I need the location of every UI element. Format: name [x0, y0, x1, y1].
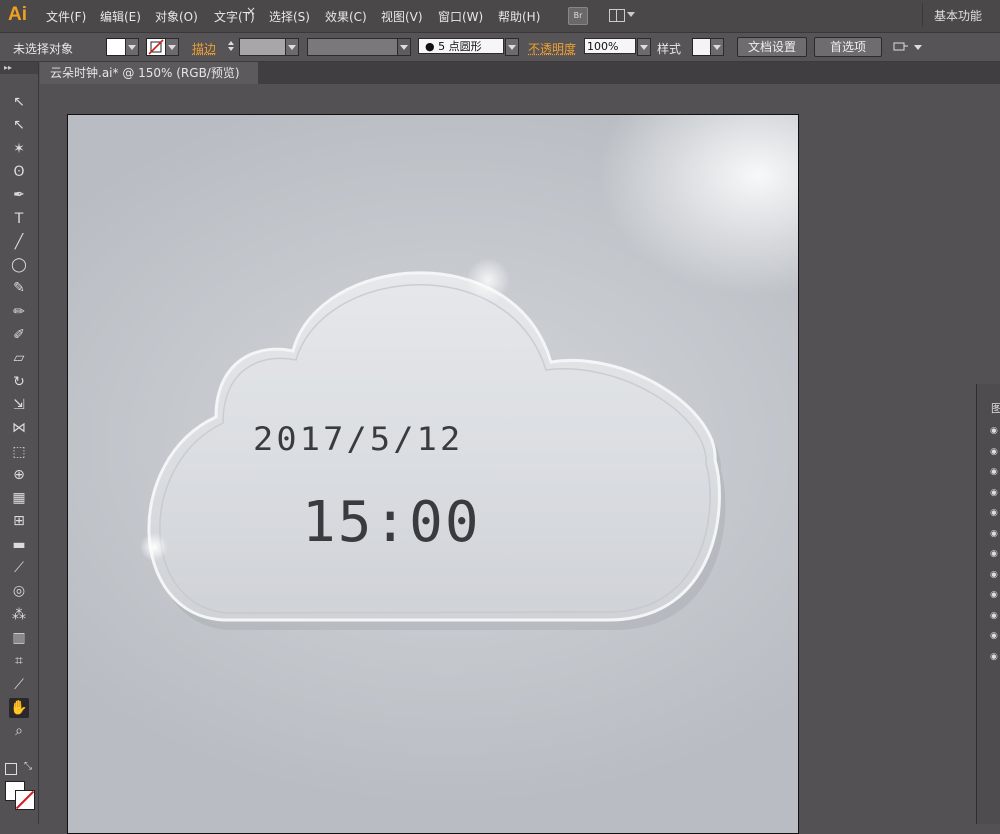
artboard-tool-icon[interactable]: ⌗ — [9, 651, 29, 671]
direct-selection-tool-icon[interactable]: ↖ — [9, 115, 29, 135]
pen-tool-icon[interactable]: ✒ — [9, 185, 29, 205]
stroke-dropdown[interactable] — [165, 38, 179, 56]
variable-width-profile[interactable] — [307, 38, 399, 56]
variable-width-dropdown[interactable] — [397, 38, 411, 56]
type-tool-icon[interactable]: T — [9, 209, 29, 229]
visibility-eye-icon[interactable]: ◉ — [990, 467, 1000, 477]
gradient-tool-icon[interactable]: ▬ — [9, 535, 29, 555]
document-tab-title: 云朵时钟.ai* @ 150% (RGB/预览) — [50, 66, 240, 80]
brush-definition-field[interactable]: ● 5 点圆形 — [418, 38, 504, 54]
fill-dropdown[interactable] — [125, 38, 139, 56]
magic-wand-tool-icon[interactable]: ✶ — [9, 139, 29, 159]
menu-view[interactable]: 视图(V) — [381, 8, 423, 25]
scale-tool-icon[interactable]: ⇲ — [9, 395, 29, 415]
visibility-eye-icon[interactable]: ◉ — [990, 426, 1000, 436]
menu-effect[interactable]: 效果(C) — [325, 8, 367, 25]
none-stroke-icon — [147, 39, 165, 55]
visibility-eye-icon[interactable]: ◉ — [990, 590, 1000, 600]
document-tab-bar: 云朵时钟.ai* @ 150% (RGB/预览) — [40, 62, 1000, 84]
panel-options-icon — [892, 39, 924, 55]
visibility-eye-icon[interactable]: ◉ — [990, 508, 1000, 518]
graphic-style-swatch[interactable] — [692, 38, 712, 56]
pencil-tool-icon[interactable]: ✏ — [9, 302, 29, 322]
selection-status: 未选择对象 — [13, 40, 73, 57]
shape-builder-tool-icon[interactable]: ⊕ — [9, 465, 29, 485]
app-logo: Ai — [8, 4, 27, 26]
arrange-documents-icon — [609, 9, 625, 22]
document-setup-button[interactable]: 文档设置 — [737, 37, 807, 57]
fill-swatch[interactable] — [106, 38, 126, 56]
perspective-grid-tool-icon[interactable]: ▦ — [9, 488, 29, 508]
menu-object[interactable]: 对象(O) — [155, 8, 198, 25]
slice-tool-icon[interactable]: ⟋ — [9, 675, 29, 695]
menu-help[interactable]: 帮助(H) — [498, 8, 540, 25]
blob-brush-tool-icon[interactable]: ✐ — [9, 325, 29, 345]
clock-date: 2017/5/12 — [253, 420, 463, 458]
toolbar-stroke-swatch[interactable] — [15, 790, 35, 810]
visibility-eye-icon[interactable]: ◉ — [990, 631, 1000, 641]
graphic-style-dropdown[interactable] — [710, 38, 724, 56]
default-colors-icon[interactable] — [5, 763, 17, 775]
opacity-dropdown[interactable] — [637, 38, 651, 56]
bridge-button[interactable]: Br — [568, 7, 588, 25]
divider — [922, 3, 923, 27]
visibility-eye-icon[interactable]: ◉ — [990, 529, 1000, 539]
visibility-eye-icon[interactable]: ◉ — [990, 611, 1000, 621]
mesh-tool-icon[interactable]: ⊞ — [9, 511, 29, 531]
menu-select[interactable]: 选择(S) — [269, 8, 310, 25]
document-tab[interactable]: 云朵时钟.ai* @ 150% (RGB/预览) — [40, 62, 258, 84]
opacity-label[interactable]: 不透明度 — [528, 40, 576, 57]
collapse-panel-icon[interactable]: ▸▸ — [0, 62, 38, 74]
brush-definition-label: 5 点圆形 — [438, 40, 482, 53]
menu-file[interactable]: 文件(F) — [46, 8, 86, 25]
style-label: 样式 — [657, 40, 681, 57]
width-tool-icon[interactable]: ⋈ — [9, 418, 29, 438]
stroke-weight-field[interactable] — [239, 38, 286, 56]
layers-panel-icon[interactable]: 图 — [991, 400, 1000, 416]
arrange-documents-button[interactable] — [607, 7, 635, 23]
rotate-tool-icon[interactable]: ↻ — [9, 372, 29, 392]
spinner-arrows-icon — [226, 38, 236, 54]
clock-time: 15:00 — [302, 490, 481, 555]
menu-edit[interactable]: 编辑(E) — [100, 8, 141, 25]
workspace-switcher[interactable]: 基本功能 — [934, 7, 982, 24]
eraser-tool-icon[interactable]: ▱ — [9, 348, 29, 368]
visibility-eye-icon[interactable]: ◉ — [990, 447, 1000, 457]
menu-window[interactable]: 窗口(W) — [438, 8, 483, 25]
preferences-button[interactable]: 首选项 — [814, 37, 882, 57]
column-graph-tool-icon[interactable]: ▥ — [9, 628, 29, 648]
control-bar: 未选择对象 描边 ● 5 点圆形 不透明度 100% 样式 文档设置 首选项 — [0, 33, 1000, 62]
ellipse-tool-icon[interactable]: ◯ — [9, 255, 29, 275]
stroke-label[interactable]: 描边 — [192, 40, 216, 57]
eyedropper-tool-icon[interactable]: ⟋ — [9, 558, 29, 578]
hand-tool-icon[interactable]: ✋ — [9, 698, 29, 718]
panel-menu-button[interactable] — [892, 39, 924, 55]
line-tool-icon[interactable]: ╱ — [9, 232, 29, 252]
artboard[interactable] — [67, 114, 799, 834]
chevron-down-icon — [627, 12, 635, 17]
stroke-weight-spinner[interactable] — [226, 38, 236, 54]
zoom-tool-icon[interactable]: ⌕ — [9, 721, 29, 741]
stroke-weight-dropdown[interactable] — [285, 38, 299, 56]
symbol-sprayer-tool-icon[interactable]: ⁂ — [9, 605, 29, 625]
swap-colors-icon[interactable]: ⤡ — [24, 761, 32, 772]
visibility-eye-icon[interactable]: ◉ — [990, 488, 1000, 498]
lasso-tool-icon[interactable]: ʘ — [9, 162, 29, 182]
free-transform-tool-icon[interactable]: ⬚ — [9, 442, 29, 462]
paintbrush-tool-icon[interactable]: ✎ — [9, 278, 29, 298]
visibility-eye-icon[interactable]: ◉ — [990, 652, 1000, 662]
opacity-field[interactable]: 100% — [584, 38, 636, 54]
visibility-eye-icon[interactable]: ◉ — [990, 570, 1000, 580]
close-icon[interactable]: × — [246, 4, 256, 18]
cloud-graphic — [68, 115, 799, 834]
menu-bar: Ai 文件(F) 编辑(E) 对象(O) 文字(T) 选择(S) 效果(C) 视… — [0, 0, 1000, 33]
selection-tool-icon[interactable]: ↖ — [9, 92, 29, 112]
blend-tool-icon[interactable]: ◎ — [9, 581, 29, 601]
visibility-eye-icon[interactable]: ◉ — [990, 549, 1000, 559]
brush-dropdown[interactable] — [505, 38, 519, 56]
stroke-swatch[interactable] — [146, 38, 166, 56]
